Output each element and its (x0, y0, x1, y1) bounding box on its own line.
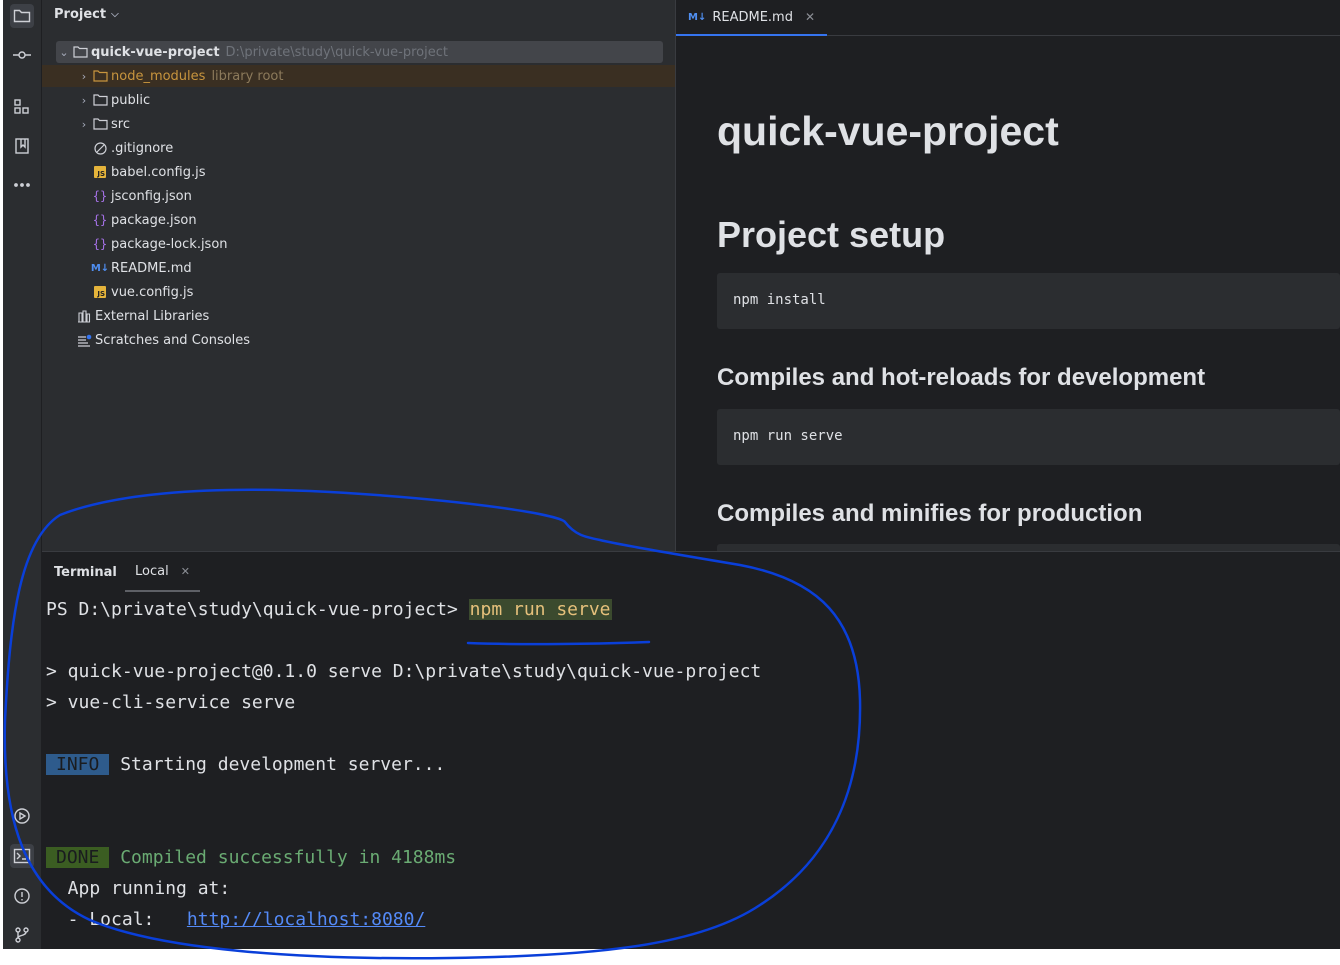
info-badge: INFO (46, 754, 110, 775)
tab-label: README.md (712, 9, 793, 25)
tree-item-gitignore[interactable]: .gitignore (92, 137, 173, 159)
tree-item-label: package.json (111, 212, 197, 228)
tree-item-public[interactable]: › public (76, 89, 150, 111)
tree-item-label: Scratches and Consoles (95, 332, 251, 348)
structure-icon[interactable] (10, 95, 34, 119)
terminal-prompt-line: PS D:\private\study\quick-vue-project> n… (46, 598, 612, 622)
tree-item-scratches[interactable]: Scratches and Consoles (76, 329, 250, 351)
js-file-icon: JS (92, 165, 108, 179)
tree-item-jsconfig[interactable]: {} jsconfig.json (92, 185, 192, 207)
markdown-preview: quick-vue-project Project setup npm inst… (717, 36, 1340, 600)
commit-icon[interactable] (10, 43, 34, 67)
tree-item-label: babel.config.js (111, 164, 206, 180)
readme-heading-dev: Compiles and hot-reloads for development (717, 364, 1206, 391)
folder-icon (92, 93, 108, 107)
tab-readme[interactable]: M↓ README.md ✕ (676, 0, 828, 36)
folder-icon[interactable] (10, 4, 34, 28)
tree-item-label: External Libraries (95, 308, 210, 324)
done-text: Compiled successfully in 4188ms (109, 847, 457, 868)
tree-item-node-modules[interactable]: › node_modules library root (42, 65, 675, 87)
terminal-done-line: DONE Compiled successfully in 4188ms (46, 846, 456, 870)
terminal-title: Terminal (54, 565, 117, 580)
tree-item-label: quick-vue-project (91, 44, 220, 60)
json-file-icon: {} (92, 237, 108, 251)
js-file-icon: JS (92, 285, 108, 299)
tree-item-label: node_modules (111, 68, 206, 84)
folder-icon (92, 117, 108, 131)
tree-item-package-json[interactable]: {} package.json (92, 209, 197, 231)
library-icon (76, 309, 92, 323)
tree-item-external-libraries[interactable]: External Libraries (76, 305, 209, 327)
terminal-panel: Terminal Local ✕ PS D:\private\study\qui… (42, 551, 1340, 949)
project-title: Project (54, 7, 107, 22)
json-file-icon: {} (92, 189, 108, 203)
terminal-info-line: INFO Starting development server... (46, 753, 445, 777)
terminal-tab-bar: Terminal Local ✕ (42, 552, 1340, 592)
tool-window-strip (3, 0, 42, 949)
terminal-command: npm run serve (468, 599, 612, 620)
terminal-icon[interactable] (10, 844, 34, 868)
tree-item-label: vue.config.js (111, 284, 194, 300)
run-icon[interactable] (10, 804, 34, 828)
tree-item-vue-config[interactable]: JS vue.config.js (92, 281, 193, 303)
terminal-prompt: PS D:\private\study\quick-vue-project> (46, 599, 469, 620)
problems-icon[interactable] (10, 884, 34, 908)
terminal-local-line: - Local: http://localhost:8080/ (46, 908, 426, 932)
bookmarks-icon[interactable] (10, 134, 34, 158)
ignore-file-icon (92, 141, 108, 155)
tree-item-root[interactable]: ⌄ quick-vue-project D:\private\study\qui… (56, 41, 663, 63)
tree-item-label: jsconfig.json (111, 188, 192, 204)
tree-item-label: package-lock.json (111, 236, 228, 252)
tree-item-hint: library root (211, 68, 284, 84)
code-block-serve: npm run serve (717, 409, 1340, 465)
markdown-file-icon: M↓ (688, 11, 707, 23)
readme-heading-setup: Project setup (717, 214, 946, 255)
project-panel-header[interactable]: Project ⌵ (54, 7, 119, 22)
tree-item-babel-config[interactable]: JS babel.config.js (92, 161, 206, 183)
scratches-icon (76, 333, 92, 347)
json-file-icon: {} (92, 213, 108, 227)
tree-item-label: public (111, 92, 151, 108)
git-icon[interactable] (10, 923, 34, 947)
info-text: Starting development server... (109, 754, 446, 775)
terminal-line: > vue-cli-service serve (46, 692, 296, 713)
terminal-line: App running at: (46, 878, 231, 899)
tab-label: Local (135, 563, 169, 579)
tree-item-label: src (111, 116, 130, 132)
readme-heading-prod: Compiles and minifies for production (717, 500, 1143, 527)
editor-area: M↓ README.md ✕ quick-vue-project Project… (675, 0, 1340, 600)
close-icon[interactable]: ✕ (181, 565, 190, 578)
local-prefix: - Local: (46, 909, 187, 930)
more-icon[interactable] (10, 173, 34, 197)
terminal-line: > quick-vue-project@0.1.0 serve D:\priva… (46, 661, 762, 682)
tree-item-label: README.md (111, 260, 192, 276)
tree-item-readme[interactable]: M↓ README.md (90, 257, 192, 279)
code-block-install: npm install (717, 273, 1340, 329)
tree-item-src[interactable]: › src (76, 113, 130, 135)
tree-item-package-lock[interactable]: {} package-lock.json (92, 233, 228, 255)
tab-terminal-local[interactable]: Local ✕ (125, 552, 200, 592)
readme-heading-1: quick-vue-project (717, 108, 1059, 154)
folder-icon (92, 69, 108, 83)
markdown-file-icon: M↓ (90, 262, 110, 274)
tree-item-path: D:\private\study\quick-vue-project (225, 44, 448, 60)
folder-icon (72, 45, 88, 59)
chevron-right-icon[interactable]: › (76, 94, 92, 107)
local-url-link[interactable]: http://localhost:8080/ (187, 909, 425, 930)
chevron-down-icon[interactable]: ⌄ (56, 46, 72, 59)
editor-tab-bar: M↓ README.md ✕ (676, 0, 1340, 36)
close-icon[interactable]: ✕ (805, 10, 815, 24)
ide-window: Project ⌵ ⌄ quick-vue-project D:\private… (3, 0, 1340, 949)
project-panel: Project ⌵ ⌄ quick-vue-project D:\private… (42, 0, 675, 551)
chevron-down-icon: ⌵ (111, 9, 119, 20)
done-badge: DONE (46, 847, 110, 868)
chevron-right-icon[interactable]: › (76, 70, 92, 83)
chevron-right-icon[interactable]: › (76, 118, 92, 131)
tree-item-label: .gitignore (111, 140, 174, 156)
